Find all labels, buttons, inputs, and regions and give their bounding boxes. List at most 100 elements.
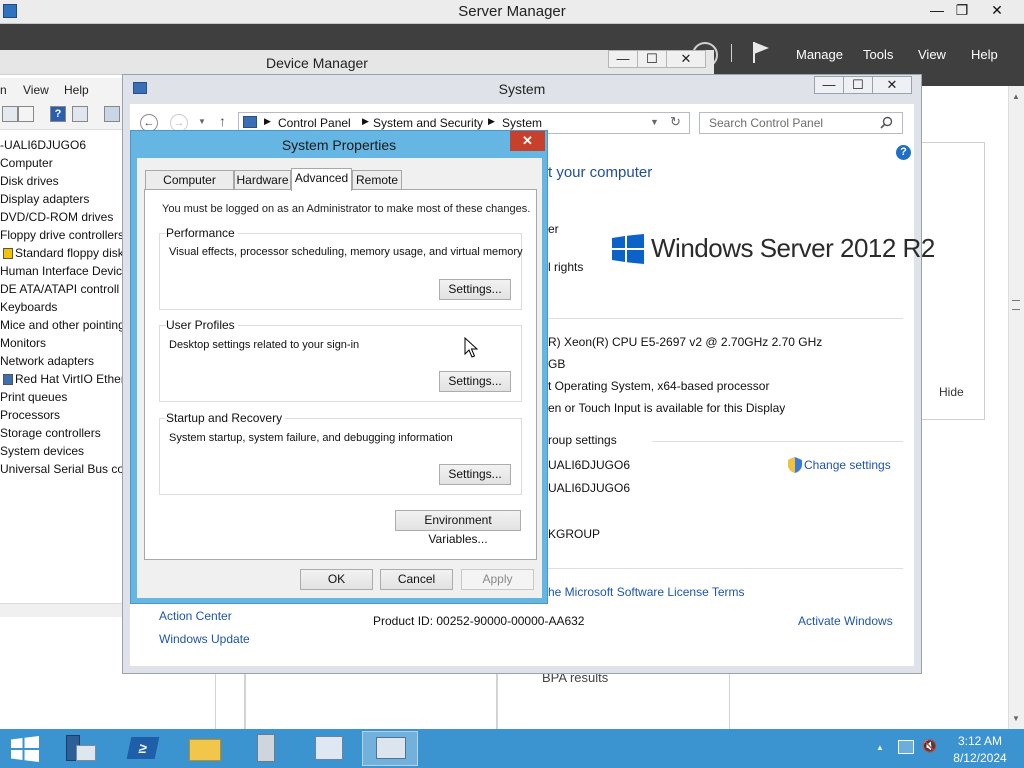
cancel-button[interactable]: Cancel bbox=[380, 569, 453, 590]
search-icon[interactable] bbox=[880, 116, 893, 129]
system-title: System bbox=[498, 81, 546, 97]
device-tree-item[interactable]: DE ATA/ATAPI controll bbox=[0, 282, 122, 296]
device-tree-item[interactable]: Red Hat VirtIO Ethern bbox=[15, 372, 122, 386]
device-tree-item[interactable]: Display adapters bbox=[0, 192, 122, 206]
clock-time[interactable]: 3:12 AM bbox=[952, 734, 1008, 748]
properties-icon[interactable] bbox=[18, 106, 34, 122]
device-tree-item[interactable]: -UALI6DJUGO6 bbox=[0, 138, 122, 152]
toolbar-icon[interactable] bbox=[2, 106, 18, 122]
taskbar-file-explorer-button[interactable] bbox=[177, 731, 233, 766]
server-manager-scrollbar[interactable] bbox=[1008, 86, 1024, 730]
server-manager-panel bbox=[921, 142, 985, 420]
change-settings-link[interactable]: Change settings bbox=[804, 458, 891, 472]
device-tree-hscroll[interactable] bbox=[0, 603, 122, 617]
notifications-flag-icon[interactable] bbox=[751, 40, 771, 64]
menu-help[interactable]: Help bbox=[64, 83, 89, 97]
computer-name-value: UALI6DJUGO6 bbox=[548, 458, 631, 472]
startup-recovery-settings-button[interactable]: Settings... bbox=[439, 464, 511, 485]
device-tree-item[interactable]: System devices bbox=[0, 444, 122, 458]
device-tree-item[interactable]: Computer bbox=[0, 156, 122, 170]
windows-update-link[interactable]: Windows Update bbox=[159, 632, 250, 646]
menu-view[interactable]: View bbox=[918, 47, 946, 62]
view-icon[interactable] bbox=[72, 106, 88, 122]
taskbar-device-manager-button[interactable] bbox=[239, 731, 295, 766]
tab-remote[interactable]: Remote bbox=[352, 170, 402, 190]
tab-computer-name[interactable]: Computer Name bbox=[145, 170, 234, 205]
taskbar-powershell-button[interactable]: ≥ bbox=[115, 731, 171, 766]
recent-pages-chevron-icon[interactable]: ▼ bbox=[198, 117, 206, 126]
server-manager-taskbar-icon-panel bbox=[76, 745, 96, 761]
taskbar-server-manager-button[interactable] bbox=[52, 731, 108, 766]
up-arrow-icon[interactable]: ↑ bbox=[219, 113, 226, 129]
license-terms-link[interactable]: he Microsoft Software License Terms bbox=[548, 585, 745, 599]
clock-date[interactable]: 8/12/2024 bbox=[952, 751, 1008, 765]
device-tree-item[interactable]: Mice and other pointing bbox=[0, 318, 122, 332]
device-tree-item[interactable]: Storage controllers bbox=[0, 426, 122, 440]
system-maximize-button[interactable]: ☐ bbox=[843, 76, 873, 94]
system-properties-close-button[interactable]: ✕ bbox=[510, 131, 545, 151]
device-tree-item[interactable]: Human Interface Device bbox=[0, 264, 122, 278]
scan-hardware-icon[interactable] bbox=[104, 106, 120, 122]
scroll-thumb-grip[interactable] bbox=[1012, 300, 1020, 310]
taskbar-remote-desktop-button[interactable] bbox=[362, 731, 418, 766]
device-tree-item[interactable]: Standard floppy disk bbox=[15, 246, 122, 260]
device-manager-title: Device Manager bbox=[266, 55, 368, 71]
menu-tools[interactable]: Tools bbox=[863, 47, 893, 62]
server-manager-restore-button[interactable]: ❐ bbox=[945, 0, 979, 22]
help-icon[interactable]: ? bbox=[50, 106, 66, 122]
user-profiles-settings-button[interactable]: Settings... bbox=[439, 371, 511, 392]
breadcrumb-separator-icon[interactable]: ▶ bbox=[362, 116, 369, 127]
server-manager-close-button[interactable]: ✕ bbox=[980, 0, 1014, 22]
dashboard-tile bbox=[215, 672, 245, 730]
address-dropdown-icon[interactable]: ▼ bbox=[650, 117, 659, 127]
activate-windows-link[interactable]: Activate Windows bbox=[798, 614, 893, 628]
system-close-button[interactable]: ✕ bbox=[872, 76, 912, 94]
device-manager-close-button[interactable]: ✕ bbox=[666, 50, 706, 68]
start-windows-icon[interactable] bbox=[11, 736, 39, 762]
system-minimize-button[interactable]: — bbox=[814, 76, 844, 94]
device-tree-item[interactable]: DVD/CD-ROM drives bbox=[0, 210, 122, 224]
scroll-up-icon[interactable]: ▲ bbox=[1012, 92, 1020, 101]
breadcrumb-separator-icon[interactable]: ▶ bbox=[488, 116, 495, 127]
device-tree-item[interactable]: Processors bbox=[0, 408, 122, 422]
menu-view[interactable]: View bbox=[23, 83, 49, 97]
breadcrumb-control-panel[interactable]: Control Panel bbox=[278, 116, 351, 130]
taskbar-control-panel-button[interactable] bbox=[301, 731, 357, 766]
breadcrumb-separator-icon[interactable]: ▶ bbox=[264, 116, 271, 127]
environment-variables-button[interactable]: Environment Variables... bbox=[395, 510, 521, 546]
device-tree-item[interactable]: Disk drives bbox=[0, 174, 122, 188]
device-tree-item[interactable]: Print queues bbox=[0, 390, 122, 404]
device-manager-minimize-button[interactable]: — bbox=[608, 50, 638, 68]
dashboard-tile bbox=[245, 672, 497, 730]
network-adapter-device-icon bbox=[3, 374, 13, 385]
refresh-icon[interactable]: ↻ bbox=[670, 114, 681, 130]
dashboard-tile bbox=[497, 672, 730, 730]
menu-help[interactable]: Help bbox=[971, 47, 998, 62]
full-computer-name-value: UALI6DJUGO6 bbox=[548, 481, 631, 495]
breadcrumb-system-security[interactable]: System and Security bbox=[373, 116, 483, 130]
device-tree-item[interactable]: Network adapters bbox=[0, 354, 122, 368]
volume-muted-icon[interactable]: 🔇 bbox=[922, 739, 937, 755]
device-manager-maximize-button[interactable]: ☐ bbox=[637, 50, 667, 68]
menu-manage[interactable]: Manage bbox=[796, 47, 843, 62]
tab-hardware[interactable]: Hardware bbox=[234, 170, 291, 190]
performance-settings-button[interactable]: Settings... bbox=[439, 279, 511, 300]
device-tree-item[interactable]: Floppy drive controllers bbox=[0, 228, 122, 242]
show-hidden-icons-icon[interactable]: ▲ bbox=[876, 743, 884, 752]
network-icon[interactable] bbox=[898, 740, 914, 754]
help-icon[interactable]: ? bbox=[896, 145, 911, 160]
menu-action[interactable]: n bbox=[0, 83, 7, 97]
device-tree-item[interactable]: Monitors bbox=[0, 336, 122, 350]
apply-button[interactable]: Apply bbox=[461, 569, 534, 590]
scroll-down-icon[interactable]: ▼ bbox=[1012, 714, 1020, 723]
tab-advanced[interactable]: Advanced bbox=[291, 168, 352, 191]
search-placeholder: Search Control Panel bbox=[709, 116, 824, 130]
breadcrumb-system[interactable]: System bbox=[502, 116, 542, 130]
system-page-heading: t your computer bbox=[548, 164, 653, 181]
action-center-link[interactable]: Action Center bbox=[159, 609, 232, 623]
device-tree-item[interactable]: Keyboards bbox=[0, 300, 122, 314]
user-profiles-group-title: User Profiles bbox=[166, 318, 238, 332]
ok-button[interactable]: OK bbox=[300, 569, 373, 590]
hide-link[interactable]: Hide bbox=[939, 385, 964, 399]
device-tree-item[interactable]: Universal Serial Bus cont bbox=[0, 462, 122, 476]
